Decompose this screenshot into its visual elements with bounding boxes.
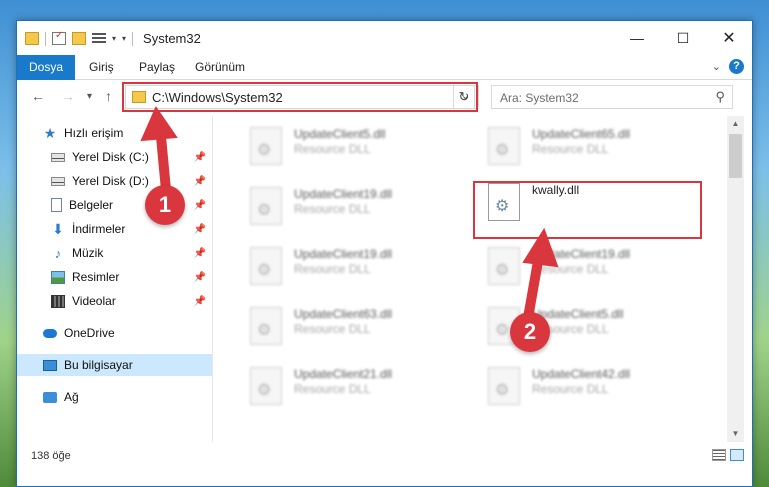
arrow-1-head bbox=[140, 105, 178, 142]
arrow-2-head bbox=[522, 227, 559, 268]
step-1-badge: 1 bbox=[145, 185, 185, 225]
annotation-arrows bbox=[140, 105, 559, 323]
step-2-badge: 2 bbox=[510, 312, 550, 352]
